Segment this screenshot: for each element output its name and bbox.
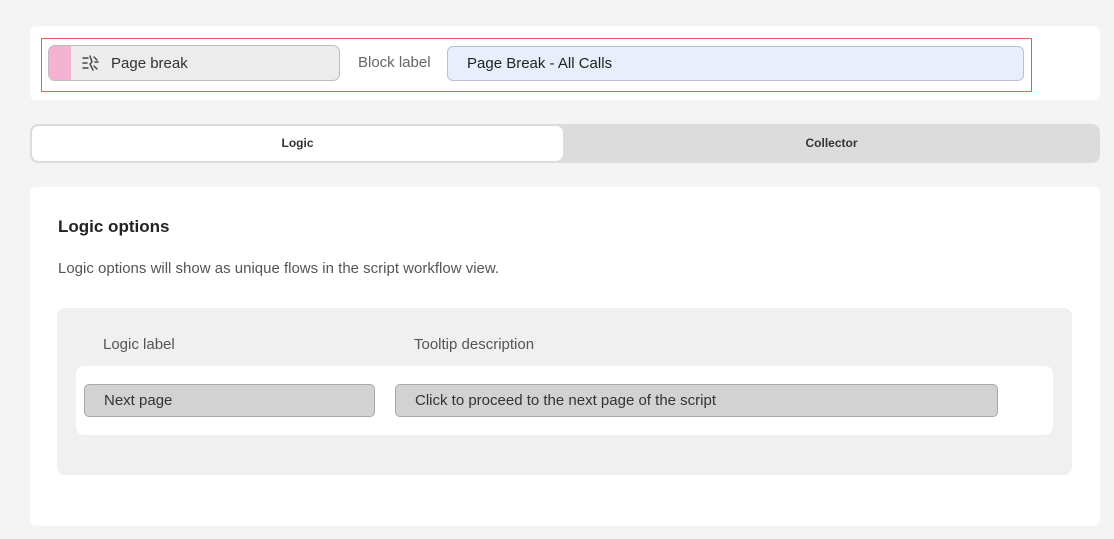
tooltip-description-input[interactable] <box>395 384 998 417</box>
block-label-input[interactable] <box>447 46 1024 81</box>
block-label-caption: Block label <box>358 54 431 71</box>
tab-logic[interactable]: Logic <box>32 126 563 161</box>
block-header-card: Page break Block label <box>30 26 1100 100</box>
logic-options-panel: Logic label Tooltip description <box>57 308 1072 475</box>
block-color-swatch <box>49 46 71 80</box>
logic-option-row <box>76 366 1053 435</box>
block-type-label: Page break <box>111 55 188 72</box>
section-description: Logic options will show as unique flows … <box>58 260 500 277</box>
tooltip-description-column-header: Tooltip description <box>414 336 535 353</box>
block-header-highlight: Page break Block label <box>41 38 1032 92</box>
tab-collector[interactable]: Collector <box>565 126 1098 161</box>
page-break-icon <box>82 55 99 71</box>
logic-options-card: Logic options Logic options will show as… <box>30 187 1100 526</box>
logic-label-input[interactable] <box>84 384 375 417</box>
tab-bar: Logic Collector <box>30 124 1100 163</box>
logic-label-column-header: Logic label <box>103 336 175 353</box>
section-title: Logic options <box>58 217 170 236</box>
block-type-selector[interactable]: Page break <box>48 45 340 81</box>
